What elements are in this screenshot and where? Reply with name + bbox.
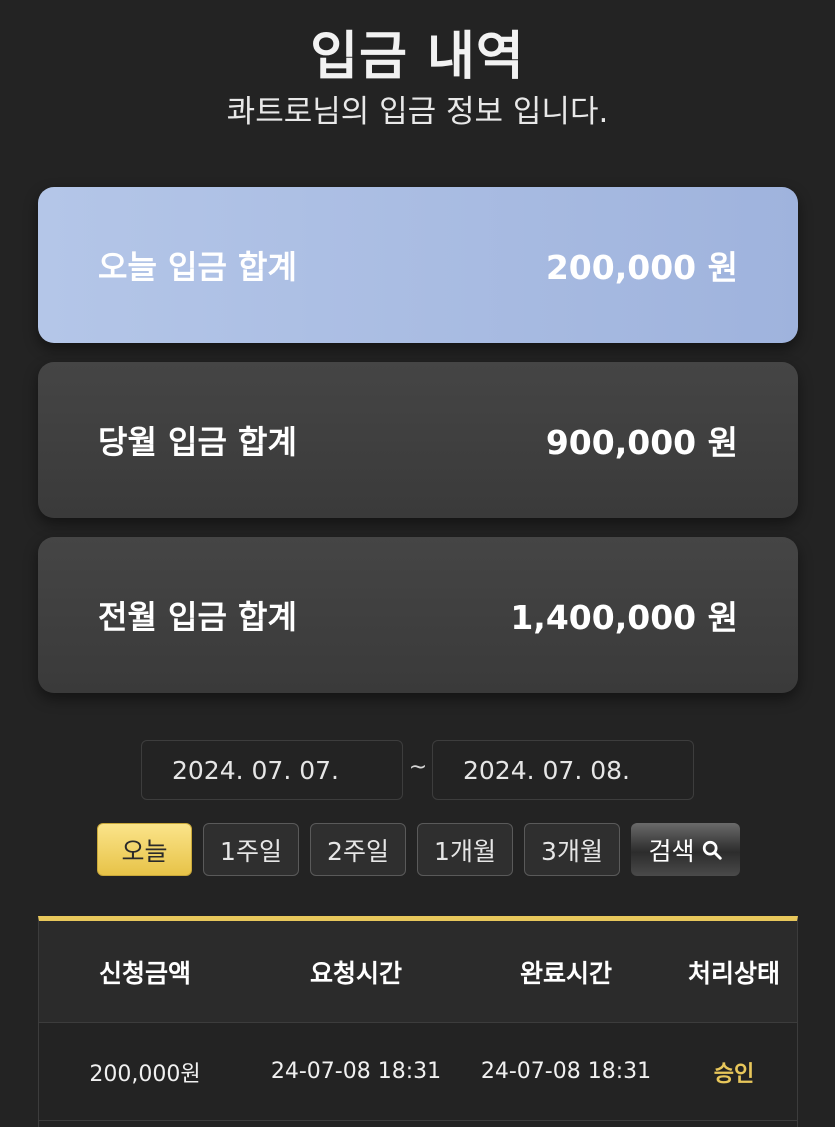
deposit-history-page: 입금 내역 콰트로님의 입금 정보 입니다. 오늘 입금 합계 200,000 … (0, 0, 835, 1127)
period-today-button[interactable]: 오늘 (97, 823, 192, 876)
today-total-label: 오늘 입금 합계 (98, 248, 297, 286)
period-3month-button[interactable]: 3개월 (524, 823, 620, 876)
column-header-status: 처리상태 (687, 958, 780, 988)
table-row: 200,000원 24-07-08 18:31 24-07-08 18:31 승… (39, 1023, 797, 1121)
page-subtitle: 콰트로님의 입금 정보 입니다. (226, 94, 609, 130)
status-badge: 승인 (713, 1061, 755, 1087)
month-deposit-total-card: 당월 입금 합계 900,000 원 (38, 362, 798, 518)
previous-month-total-label: 전월 입금 합계 (98, 598, 297, 636)
page-title: 입금 내역 (310, 27, 525, 87)
cell-amount: 200,000원 (89, 1061, 201, 1087)
column-header-amount: 신청금액 (98, 958, 191, 988)
previous-month-deposit-total-card: 전월 입금 합계 1,400,000 원 (38, 537, 798, 693)
cell-request-time: 24-07-08 18:31 (270, 1059, 442, 1084)
column-header-request-time: 요청시간 (309, 958, 402, 988)
cell-complete-time: 24-07-08 18:31 (480, 1059, 652, 1084)
search-icon (702, 840, 722, 860)
previous-month-total-value: 1,400,000 원 (510, 598, 738, 637)
period-1week-button[interactable]: 1주일 (203, 823, 299, 876)
date-range-separator: ~ (408, 755, 428, 780)
end-date-input[interactable]: 2024. 07. 08. (432, 740, 694, 800)
period-1month-button[interactable]: 1개월 (417, 823, 513, 876)
column-header-complete-time: 완료시간 (519, 958, 612, 988)
deposit-history-table: 신청금액 요청시간 완료시간 처리상태 200,000원 24-07-08 18… (38, 916, 798, 1127)
search-button[interactable]: 검색 (631, 823, 740, 876)
period-2week-button[interactable]: 2주일 (310, 823, 406, 876)
today-deposit-total-card: 오늘 입금 합계 200,000 원 (38, 187, 798, 343)
search-button-label: 검색 (648, 836, 695, 866)
today-total-value: 200,000 원 (545, 248, 738, 287)
table-header-row: 신청금액 요청시간 완료시간 처리상태 (39, 921, 797, 1023)
month-total-label: 당월 입금 합계 (98, 423, 297, 461)
start-date-input[interactable]: 2024. 07. 07. (141, 740, 403, 800)
month-total-value: 900,000 원 (545, 423, 738, 462)
